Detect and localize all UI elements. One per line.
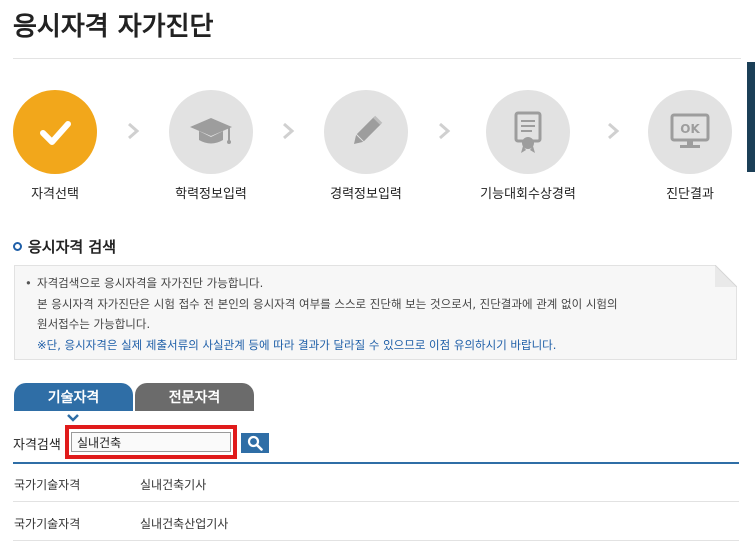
svg-text:OK: OK xyxy=(680,122,700,136)
result-category: 국가기술자격 xyxy=(14,517,81,531)
check-icon xyxy=(40,121,71,145)
chevron-right-icon xyxy=(608,122,620,140)
ok-monitor-icon: OK xyxy=(670,113,710,148)
step-label: 자격선택 xyxy=(31,187,79,202)
result-name[interactable]: 실내건축산업기사 xyxy=(140,515,228,532)
side-banner-edge xyxy=(747,62,755,172)
notice-line: 원서접수는 가능합니다. xyxy=(37,317,151,331)
section-title-text: 응시자격 검색 xyxy=(28,238,117,256)
result-category: 국가기술자격 xyxy=(14,478,81,492)
title-divider xyxy=(13,58,741,59)
search-button[interactable] xyxy=(241,433,269,453)
tab-professional-qualification[interactable]: 전문자격 xyxy=(135,383,254,411)
qualification-search-input[interactable] xyxy=(71,432,231,452)
table-row[interactable]: 국가기술자격 실내건축기사 xyxy=(13,464,739,502)
search-icon xyxy=(247,435,263,451)
step-circle xyxy=(169,90,253,174)
step-circle: OK xyxy=(648,90,732,174)
notice-line: 자격검색으로 응시자격을 자가진단 가능합니다. xyxy=(37,273,736,294)
pencil-icon xyxy=(353,115,383,145)
section-title: 응시자격 검색 xyxy=(13,236,116,257)
notice-box: 자격검색으로 응시자격을 자가진단 가능합니다. 본 응시자격 자가진단은 시험… xyxy=(14,265,737,360)
page-title: 응시자격 자가진단 xyxy=(13,12,214,42)
search-label: 자격검색 xyxy=(13,438,61,453)
step-label: 경력정보입력 xyxy=(330,187,402,202)
chevron-right-icon xyxy=(283,122,295,140)
result-name[interactable]: 실내건축기사 xyxy=(140,476,206,493)
step-circle xyxy=(324,90,408,174)
chevron-down-icon xyxy=(67,414,79,422)
step-label: 기능대회수상경력 xyxy=(480,187,576,202)
step-label: 진단결과 xyxy=(666,187,714,202)
step-career-info: 경력정보입력 xyxy=(324,90,408,202)
notice-line: 본 응시자격 자가진단은 시험 접수 전 본인의 응시자격 여부를 스스로 진단… xyxy=(37,296,618,311)
step-circle xyxy=(486,90,570,174)
step-competition-award: 기능대회수상경력 xyxy=(480,90,576,202)
step-education-info: 학력정보입력 xyxy=(169,90,253,202)
step-label: 학력정보입력 xyxy=(175,187,247,202)
tab-technical-qualification[interactable]: 기술자격 xyxy=(14,383,133,411)
certificate-icon xyxy=(514,111,542,153)
notice-warning: ※단, 응시자격은 실제 제출서류의 사실관계 등에 따라 결과가 달라질 수 … xyxy=(37,337,557,352)
step-diagnosis-result: OK 진단결과 xyxy=(648,90,732,202)
page-fold-icon xyxy=(715,265,737,287)
step-select-qualification: 자격선택 xyxy=(13,90,97,202)
step-circle xyxy=(13,90,97,174)
chevron-right-icon xyxy=(439,122,451,140)
table-row[interactable]: 국가기술자격 실내건축산업기사 xyxy=(13,503,739,541)
chevron-right-icon xyxy=(128,122,140,140)
graduation-cap-icon xyxy=(190,118,232,144)
bullet-icon xyxy=(13,242,22,251)
